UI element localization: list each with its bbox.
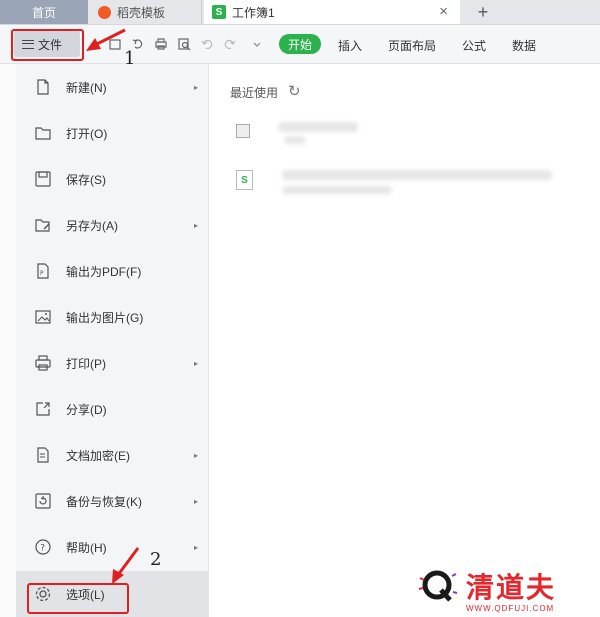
- image-export-icon: [34, 308, 52, 326]
- print-preview-icon[interactable]: [177, 37, 191, 51]
- redo-icon[interactable]: [223, 37, 237, 51]
- submenu-arrow-icon: ▸: [193, 82, 198, 92]
- new-file-icon: [34, 78, 52, 96]
- tab-home-label: 首页: [31, 5, 56, 20]
- spreadsheet-icon: S: [212, 5, 226, 19]
- file-icon: [236, 124, 250, 138]
- submenu-arrow-icon: ▸: [193, 358, 198, 368]
- menu-item-export-pdf[interactable]: P 输出为PDF(F): [16, 248, 208, 294]
- blurred-file-name: [282, 170, 552, 180]
- menu-item-save-as[interactable]: 另存为(A) ▸: [16, 202, 208, 248]
- file-menu-panel: 新建(N) ▸ 打开(O) 保存(S) 另存为(A) ▸ P 输出为PDF(F)…: [16, 64, 209, 617]
- menu-item-encrypt[interactable]: 文档加密(E) ▸: [16, 432, 208, 478]
- save-as-icon: [34, 216, 52, 234]
- blurred-file-path: [284, 136, 306, 144]
- annotation-step-1: 1: [124, 48, 136, 69]
- toolbar: 文件 开始 插入 页面布局 公式 数据: [0, 25, 600, 64]
- menu-item-label: 文档加密(E): [66, 448, 130, 463]
- tab-workbook-label: 工作簿1: [232, 5, 275, 20]
- tab-template[interactable]: 稻壳模板: [88, 0, 202, 24]
- submenu-arrow-icon: ▸: [193, 542, 198, 552]
- watermark-text: 清道夫: [466, 571, 557, 604]
- close-tab-icon[interactable]: ×: [439, 3, 448, 20]
- annotation-box-options: [27, 583, 129, 614]
- menu-item-label: 新建(N): [66, 80, 107, 95]
- watermark-url: WWW.QDFUJI.COM: [466, 604, 555, 613]
- menu-left-edge: [0, 64, 16, 617]
- submenu-arrow-icon: ▸: [193, 220, 198, 230]
- open-icon[interactable]: [108, 37, 122, 51]
- tab-insert[interactable]: 插入: [338, 37, 362, 54]
- recent-file-item[interactable]: [236, 118, 366, 148]
- encrypt-icon: [34, 446, 52, 464]
- submenu-arrow-icon: ▸: [193, 496, 198, 506]
- annotation-box-file: [11, 29, 84, 61]
- tab-data[interactable]: 数据: [512, 37, 536, 54]
- folder-open-icon: [34, 124, 52, 142]
- menu-item-open[interactable]: 打开(O): [16, 110, 208, 156]
- menu-item-label: 打开(O): [66, 126, 108, 141]
- quick-access-dropdown-icon[interactable]: [250, 37, 264, 51]
- svg-text:P: P: [40, 270, 44, 277]
- submenu-arrow-icon: ▸: [193, 450, 198, 460]
- print-icon[interactable]: [154, 37, 168, 51]
- menu-item-label: 帮助(H): [66, 540, 107, 555]
- blurred-file-name: [278, 122, 358, 132]
- annotation-step-2: 2: [150, 549, 162, 570]
- tab-home[interactable]: 首页: [0, 0, 88, 24]
- recent-files-title: 最近使用: [230, 86, 279, 100]
- tab-template-label: 稻壳模板: [117, 5, 166, 20]
- blurred-file-path: [282, 186, 392, 194]
- undo-icon[interactable]: [200, 37, 214, 51]
- docer-logo-icon: [98, 5, 111, 19]
- menu-item-backup[interactable]: 备份与恢复(K) ▸: [16, 478, 208, 524]
- menu-item-label: 保存(S): [66, 172, 106, 187]
- menu-item-label: 输出为PDF(F): [66, 264, 142, 279]
- refresh-icon[interactable]: ↻: [288, 82, 301, 100]
- watermark-logo-icon: [418, 570, 458, 602]
- backup-icon: [34, 492, 52, 510]
- menu-item-new[interactable]: 新建(N) ▸: [16, 64, 208, 110]
- menu-item-share[interactable]: 分享(D): [16, 386, 208, 432]
- menu-item-label: 另存为(A): [66, 218, 118, 233]
- tab-formula[interactable]: 公式: [462, 37, 486, 54]
- help-icon: ?: [34, 538, 52, 556]
- menu-item-label: 分享(D): [66, 402, 107, 417]
- pdf-icon: P: [34, 262, 52, 280]
- menu-item-label: 输出为图片(G): [66, 310, 144, 325]
- menu-item-label: 备份与恢复(K): [66, 494, 142, 509]
- print-icon: [34, 354, 52, 372]
- tab-start[interactable]: 开始: [279, 34, 321, 54]
- save-icon: [34, 170, 52, 188]
- menu-item-save[interactable]: 保存(S): [16, 156, 208, 202]
- svg-text:?: ?: [40, 544, 45, 554]
- tab-bar: 首页 稻壳模板 S 工作簿1 × +: [0, 0, 600, 25]
- share-icon: [34, 400, 52, 418]
- new-tab-button[interactable]: +: [466, 0, 500, 24]
- recent-file-item[interactable]: S: [236, 168, 556, 200]
- menu-item-export-image[interactable]: 输出为图片(G): [16, 294, 208, 340]
- menu-item-help[interactable]: ? 帮助(H) ▸: [16, 524, 208, 570]
- tab-workbook[interactable]: S 工作簿1 ×: [204, 0, 460, 24]
- menu-item-print[interactable]: 打印(P) ▸: [16, 340, 208, 386]
- menu-item-label: 打印(P): [66, 356, 106, 371]
- tab-page-layout[interactable]: 页面布局: [388, 37, 436, 54]
- spreadsheet-file-icon: S: [236, 170, 253, 190]
